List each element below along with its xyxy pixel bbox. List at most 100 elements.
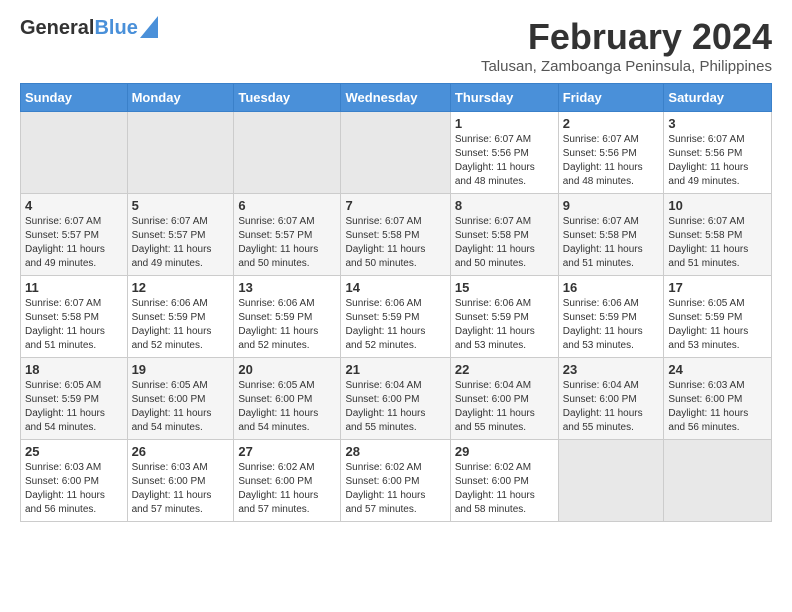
day-cell bbox=[21, 112, 128, 194]
day-number: 10 bbox=[668, 198, 767, 213]
calendar-table: SundayMondayTuesdayWednesdayThursdayFrid… bbox=[20, 83, 772, 522]
title-area: February 2024 Talusan, Zamboanga Peninsu… bbox=[481, 16, 772, 75]
day-cell: 22 Sunrise: 6:04 AM Sunset: 6:00 PM Dayli… bbox=[450, 358, 558, 440]
header-cell-sunday: Sunday bbox=[21, 84, 128, 112]
header-cell-thursday: Thursday bbox=[450, 84, 558, 112]
day-info: Sunrise: 6:04 AM Sunset: 6:00 PM Dayligh… bbox=[345, 379, 445, 435]
day-number: 6 bbox=[238, 198, 336, 213]
day-cell: 11 Sunrise: 6:07 AM Sunset: 5:58 PM Dayli… bbox=[21, 276, 128, 358]
day-info: Sunrise: 6:03 AM Sunset: 6:00 PM Dayligh… bbox=[132, 461, 230, 517]
logo-triangle-icon bbox=[140, 16, 158, 38]
day-cell: 8 Sunrise: 6:07 AM Sunset: 5:58 PM Daylig… bbox=[450, 194, 558, 276]
day-number: 28 bbox=[345, 444, 445, 459]
day-number: 1 bbox=[455, 116, 554, 131]
day-cell: 25 Sunrise: 6:03 AM Sunset: 6:00 PM Dayli… bbox=[21, 440, 128, 522]
day-info: Sunrise: 6:07 AM Sunset: 5:58 PM Dayligh… bbox=[25, 297, 123, 353]
day-cell: 7 Sunrise: 6:07 AM Sunset: 5:58 PM Daylig… bbox=[341, 194, 450, 276]
day-info: Sunrise: 6:07 AM Sunset: 5:56 PM Dayligh… bbox=[563, 133, 660, 189]
day-number: 18 bbox=[25, 362, 123, 377]
day-number: 25 bbox=[25, 444, 123, 459]
header-cell-wednesday: Wednesday bbox=[341, 84, 450, 112]
week-row-3: 11 Sunrise: 6:07 AM Sunset: 5:58 PM Dayli… bbox=[21, 276, 772, 358]
header: GeneralBlue February 2024 Talusan, Zambo… bbox=[20, 16, 772, 75]
day-number: 15 bbox=[455, 280, 554, 295]
day-number: 8 bbox=[455, 198, 554, 213]
day-number: 20 bbox=[238, 362, 336, 377]
day-number: 13 bbox=[238, 280, 336, 295]
day-info: Sunrise: 6:05 AM Sunset: 6:00 PM Dayligh… bbox=[132, 379, 230, 435]
day-number: 21 bbox=[345, 362, 445, 377]
day-cell: 17Sunrise: 6:05 AM Sunset: 5:59 PM Dayli… bbox=[664, 276, 772, 358]
calendar-header: SundayMondayTuesdayWednesdayThursdayFrid… bbox=[21, 84, 772, 112]
day-cell: 15Sunrise: 6:06 AM Sunset: 5:59 PM Dayli… bbox=[450, 276, 558, 358]
week-row-1: 1 Sunrise: 6:07 AM Sunset: 5:56 PM Daylig… bbox=[21, 112, 772, 194]
day-cell: 26 Sunrise: 6:03 AM Sunset: 6:00 PM Dayli… bbox=[127, 440, 234, 522]
day-info: Sunrise: 6:04 AM Sunset: 6:00 PM Dayligh… bbox=[563, 379, 660, 435]
day-cell: 27 Sunrise: 6:02 AM Sunset: 6:00 PM Dayli… bbox=[234, 440, 341, 522]
day-cell: 5 Sunrise: 6:07 AM Sunset: 5:57 PM Daylig… bbox=[127, 194, 234, 276]
day-number: 12 bbox=[132, 280, 230, 295]
day-cell: 1 Sunrise: 6:07 AM Sunset: 5:56 PM Daylig… bbox=[450, 112, 558, 194]
day-cell: 21 Sunrise: 6:04 AM Sunset: 6:00 PM Dayli… bbox=[341, 358, 450, 440]
day-info: Sunrise: 6:07 AM Sunset: 5:56 PM Dayligh… bbox=[668, 133, 767, 189]
day-info: Sunrise: 6:07 AM Sunset: 5:58 PM Dayligh… bbox=[345, 215, 445, 271]
day-info: Sunrise: 6:07 AM Sunset: 5:57 PM Dayligh… bbox=[25, 215, 123, 271]
day-cell: 9 Sunrise: 6:07 AM Sunset: 5:58 PM Daylig… bbox=[558, 194, 664, 276]
day-number: 19 bbox=[132, 362, 230, 377]
location-subtitle: Talusan, Zamboanga Peninsula, Philippine… bbox=[481, 58, 772, 75]
week-row-4: 18 Sunrise: 6:05 AM Sunset: 5:59 PM Dayli… bbox=[21, 358, 772, 440]
header-cell-saturday: Saturday bbox=[664, 84, 772, 112]
day-cell: 14Sunrise: 6:06 AM Sunset: 5:59 PM Dayli… bbox=[341, 276, 450, 358]
day-info: Sunrise: 6:07 AM Sunset: 5:58 PM Dayligh… bbox=[455, 215, 554, 271]
day-number: 17 bbox=[668, 280, 767, 295]
day-cell: 6 Sunrise: 6:07 AM Sunset: 5:57 PM Daylig… bbox=[234, 194, 341, 276]
day-info: Sunrise: 6:06 AM Sunset: 5:59 PM Dayligh… bbox=[132, 297, 230, 353]
day-info: Sunrise: 6:07 AM Sunset: 5:58 PM Dayligh… bbox=[668, 215, 767, 271]
day-cell: 18 Sunrise: 6:05 AM Sunset: 5:59 PM Dayli… bbox=[21, 358, 128, 440]
day-number: 16 bbox=[563, 280, 660, 295]
day-info: Sunrise: 6:03 AM Sunset: 6:00 PM Dayligh… bbox=[25, 461, 123, 517]
week-row-2: 4Sunrise: 6:07 AM Sunset: 5:57 PM Daylig… bbox=[21, 194, 772, 276]
day-number: 5 bbox=[132, 198, 230, 213]
logo: GeneralBlue bbox=[20, 16, 158, 40]
day-number: 2 bbox=[563, 116, 660, 131]
day-number: 24 bbox=[668, 362, 767, 377]
header-cell-tuesday: Tuesday bbox=[234, 84, 341, 112]
day-number: 14 bbox=[345, 280, 445, 295]
day-info: Sunrise: 6:02 AM Sunset: 6:00 PM Dayligh… bbox=[238, 461, 336, 517]
day-info: Sunrise: 6:07 AM Sunset: 5:58 PM Dayligh… bbox=[563, 215, 660, 271]
day-cell: 10 Sunrise: 6:07 AM Sunset: 5:58 PM Dayli… bbox=[664, 194, 772, 276]
day-number: 29 bbox=[455, 444, 554, 459]
day-number: 9 bbox=[563, 198, 660, 213]
day-info: Sunrise: 6:05 AM Sunset: 5:59 PM Dayligh… bbox=[25, 379, 123, 435]
day-cell: 12 Sunrise: 6:06 AM Sunset: 5:59 PM Dayli… bbox=[127, 276, 234, 358]
day-cell: 24Sunrise: 6:03 AM Sunset: 6:00 PM Dayli… bbox=[664, 358, 772, 440]
day-info: Sunrise: 6:07 AM Sunset: 5:57 PM Dayligh… bbox=[132, 215, 230, 271]
week-row-5: 25 Sunrise: 6:03 AM Sunset: 6:00 PM Dayli… bbox=[21, 440, 772, 522]
day-cell bbox=[558, 440, 664, 522]
day-info: Sunrise: 6:06 AM Sunset: 5:59 PM Dayligh… bbox=[563, 297, 660, 353]
day-cell: 20Sunrise: 6:05 AM Sunset: 6:00 PM Dayli… bbox=[234, 358, 341, 440]
day-cell: 29Sunrise: 6:02 AM Sunset: 6:00 PM Dayli… bbox=[450, 440, 558, 522]
day-cell: 13Sunrise: 6:06 AM Sunset: 5:59 PM Dayli… bbox=[234, 276, 341, 358]
day-number: 22 bbox=[455, 362, 554, 377]
day-info: Sunrise: 6:07 AM Sunset: 5:57 PM Dayligh… bbox=[238, 215, 336, 271]
day-number: 3 bbox=[668, 116, 767, 131]
day-cell: 3 Sunrise: 6:07 AM Sunset: 5:56 PM Daylig… bbox=[664, 112, 772, 194]
day-cell: 19 Sunrise: 6:05 AM Sunset: 6:00 PM Dayli… bbox=[127, 358, 234, 440]
day-info: Sunrise: 6:04 AM Sunset: 6:00 PM Dayligh… bbox=[455, 379, 554, 435]
day-number: 11 bbox=[25, 280, 123, 295]
day-cell bbox=[664, 440, 772, 522]
day-info: Sunrise: 6:07 AM Sunset: 5:56 PM Dayligh… bbox=[455, 133, 554, 189]
header-cell-monday: Monday bbox=[127, 84, 234, 112]
day-cell: 16 Sunrise: 6:06 AM Sunset: 5:59 PM Dayli… bbox=[558, 276, 664, 358]
day-number: 26 bbox=[132, 444, 230, 459]
day-cell: 28Sunrise: 6:02 AM Sunset: 6:00 PM Dayli… bbox=[341, 440, 450, 522]
day-cell bbox=[341, 112, 450, 194]
day-number: 27 bbox=[238, 444, 336, 459]
day-cell bbox=[127, 112, 234, 194]
day-number: 23 bbox=[563, 362, 660, 377]
header-row: SundayMondayTuesdayWednesdayThursdayFrid… bbox=[21, 84, 772, 112]
day-number: 7 bbox=[345, 198, 445, 213]
month-year-title: February 2024 bbox=[481, 16, 772, 58]
